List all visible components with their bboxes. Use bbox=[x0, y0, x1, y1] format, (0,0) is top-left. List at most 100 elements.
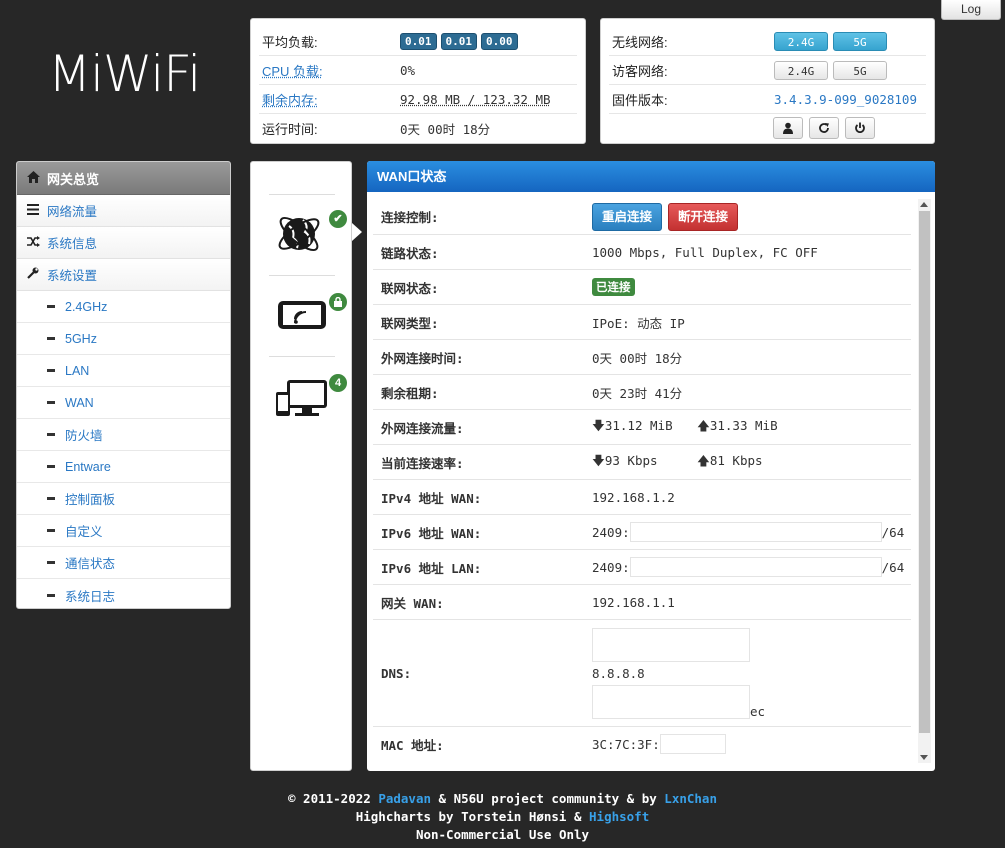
dns-value: 8.8.8.8 bbox=[592, 665, 645, 681]
dash-icon bbox=[47, 433, 55, 436]
divider bbox=[269, 275, 335, 276]
mac-value: 3C:7C:3F: bbox=[592, 736, 660, 752]
free-memory-link[interactable]: 剩余内存: bbox=[259, 90, 400, 109]
refresh-icon bbox=[819, 123, 829, 133]
wireless-node[interactable] bbox=[269, 275, 347, 355]
sidebar-header-label: 网关总览 bbox=[47, 171, 100, 187]
arrow-up-icon: 🡅 bbox=[697, 417, 710, 433]
power-icon bbox=[855, 122, 865, 134]
link-row: 链路状态: 1000 Mbps, Full Duplex, FC OFF bbox=[373, 234, 911, 269]
shuffle-icon bbox=[27, 235, 43, 250]
ipv6-wan-label: IPv6 地址 WAN: bbox=[381, 525, 482, 541]
speed-down-value: 93 Kbps bbox=[604, 452, 658, 468]
wan-scrollbar[interactable] bbox=[918, 199, 931, 763]
dash-icon bbox=[47, 401, 55, 404]
firmware-label: 固件版本: bbox=[612, 92, 668, 108]
power-button[interactable] bbox=[845, 117, 875, 139]
dns-label: DNS: bbox=[381, 665, 412, 681]
devices-icon bbox=[276, 380, 327, 416]
memory-row: 剩余内存: 92.98 MB / 123.32 MB bbox=[259, 85, 577, 114]
divider bbox=[269, 356, 335, 357]
user-button[interactable] bbox=[773, 117, 803, 139]
dash-icon bbox=[47, 337, 55, 340]
guest-2g-button[interactable]: 2.4G bbox=[774, 60, 828, 80]
highsoft-link[interactable]: Highsoft bbox=[589, 809, 649, 824]
sidebar-sub-firewall[interactable]: 防火墙 bbox=[17, 419, 230, 451]
footer: © 2011-2022 Padavan & N56U project commu… bbox=[0, 790, 1005, 844]
sidebar-sub-label: 控制面板 bbox=[65, 493, 116, 507]
list-icon bbox=[27, 203, 43, 218]
uptime-label: 运行时间: bbox=[262, 121, 318, 137]
dash-icon bbox=[47, 305, 55, 308]
restart-connection-button[interactable]: 重启连接 bbox=[592, 202, 663, 231]
lxnchan-link[interactable]: LxnChan bbox=[664, 791, 717, 806]
sidebar-sub-label: WAN bbox=[65, 395, 94, 410]
ipv6-wan-suffix: /64 bbox=[881, 524, 905, 540]
arrow-down-icon: 🡇 bbox=[592, 452, 605, 468]
sidebar-sub-label: 系统日志 bbox=[65, 589, 116, 604]
scroll-thumb[interactable] bbox=[919, 211, 930, 733]
cpu-load-row: CPU 负载: 0% bbox=[259, 56, 577, 85]
load-1min-badge: 0.01 bbox=[400, 32, 437, 50]
wan-status-table: 连接控制: 重启连接 断开连接 链路状态: 1000 Mbps, Full Du… bbox=[373, 199, 911, 761]
net-status-row: 联网状态: 已连接 bbox=[373, 269, 911, 304]
sidebar-sub-label: 防火墙 bbox=[65, 429, 103, 443]
arrow-down-icon: 🡇 bbox=[592, 417, 605, 433]
ipv6-wan-row: IPv6 地址 WAN: 2409: /64 bbox=[373, 514, 911, 549]
wrench-icon bbox=[27, 267, 43, 282]
dns-values: 8.8.8.8 ec bbox=[592, 627, 766, 719]
sidebar-sub-2-4ghz[interactable]: 2.4GHz bbox=[17, 291, 230, 323]
sidebar-item-label: 网络流量 bbox=[47, 205, 98, 219]
sidebar-item-traffic[interactable]: 网络流量 bbox=[17, 195, 230, 227]
padavan-link[interactable]: Padavan bbox=[378, 791, 431, 806]
sidebar-sub-comm-status[interactable]: 通信状态 bbox=[17, 547, 230, 579]
link-value: 1000 Mbps, Full Duplex, FC OFF bbox=[592, 244, 818, 260]
guest-5g-button[interactable]: 5G bbox=[833, 60, 887, 80]
link-label: 链路状态: bbox=[381, 245, 439, 261]
clients-node[interactable]: 4 bbox=[269, 356, 347, 436]
dns-tail: ec bbox=[750, 703, 766, 719]
scroll-down-icon[interactable] bbox=[920, 755, 928, 760]
sidebar-item-sysinfo[interactable]: 系统信息 bbox=[17, 227, 230, 259]
scroll-up-icon[interactable] bbox=[920, 202, 928, 207]
ipv4-row: IPv4 地址 WAN: 192.168.1.2 bbox=[373, 479, 911, 514]
sidebar-sub-wan[interactable]: WAN bbox=[17, 387, 230, 419]
speed-up-value: 81 Kbps bbox=[709, 452, 763, 468]
sidebar-sub-label: Entware bbox=[65, 459, 111, 474]
sidebar-item-settings[interactable]: 系统设置 bbox=[17, 259, 230, 291]
redacted-block bbox=[659, 734, 726, 754]
load-5min-badge: 0.01 bbox=[440, 32, 477, 50]
firmware-version[interactable]: 3.4.3.9-099_9028109 bbox=[774, 92, 917, 107]
avg-load-values: 0.01 0.01 0.00 bbox=[400, 32, 522, 50]
sidebar-sub-label: 2.4GHz bbox=[65, 299, 108, 314]
wireless-2g-button[interactable]: 2.4G bbox=[774, 31, 828, 51]
cpu-load-value: 0% bbox=[400, 62, 416, 78]
sidebar-sub-syslog[interactable]: 系统日志 bbox=[17, 579, 230, 608]
sidebar-sub-lan[interactable]: LAN bbox=[17, 355, 230, 387]
sidebar-sub-control-panel[interactable]: 控制面板 bbox=[17, 483, 230, 515]
reboot-button[interactable] bbox=[809, 117, 839, 139]
traffic-up: 🡅31.33 MiB bbox=[697, 417, 778, 438]
dash-icon bbox=[47, 369, 55, 372]
wireless-5g-button[interactable]: 5G bbox=[833, 31, 887, 51]
sidebar-item-label: 系统设置 bbox=[47, 269, 98, 283]
load-15min-badge: 0.00 bbox=[481, 32, 518, 50]
internet-node[interactable]: ✔ bbox=[269, 194, 347, 274]
disconnect-button[interactable]: 断开连接 bbox=[668, 202, 739, 231]
sidebar-sub-custom[interactable]: 自定义 bbox=[17, 515, 230, 547]
wireless-row: 无线网络: 2.4G 5G bbox=[609, 27, 926, 56]
cpu-load-link[interactable]: CPU 负载: bbox=[259, 61, 400, 80]
footer-text: & N56U project community & by bbox=[431, 791, 665, 806]
sidebar-sub-5ghz[interactable]: 5GHz bbox=[17, 323, 230, 355]
mac-row: MAC 地址: 3C:7C:3F: bbox=[373, 726, 911, 761]
dash-icon bbox=[47, 465, 55, 468]
tablet-wifi-icon bbox=[278, 301, 326, 329]
dns-redacted-line: ec bbox=[592, 684, 766, 719]
dns-row: DNS: 8.8.8.8 ec bbox=[373, 619, 911, 726]
sidebar-sub-entware[interactable]: Entware bbox=[17, 451, 230, 483]
ipv6-lan-suffix: /64 bbox=[881, 559, 905, 575]
speed-up: 🡅81 Kbps bbox=[697, 452, 763, 473]
footer-line-3: Non-Commercial Use Only bbox=[415, 827, 590, 842]
log-button[interactable]: Log bbox=[941, 0, 1001, 20]
sidebar-item-overview[interactable]: 网关总览 bbox=[17, 162, 230, 195]
